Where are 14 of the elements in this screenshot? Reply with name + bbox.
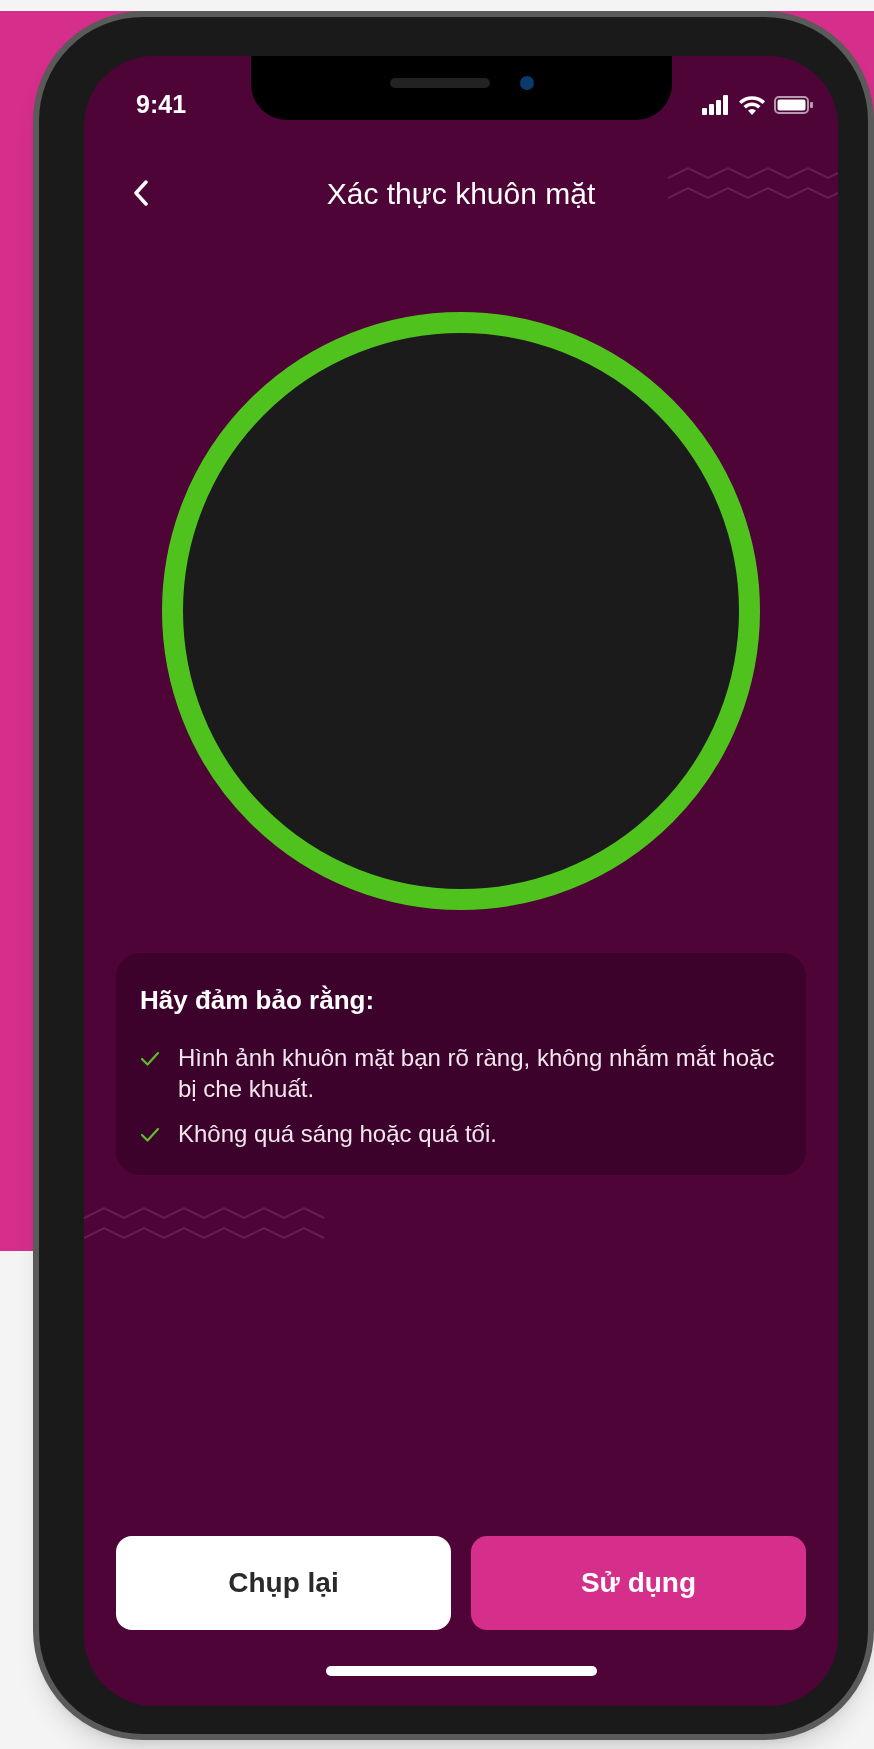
- chevron-left-icon: [133, 180, 149, 206]
- card-title: Hãy đảm bảo rằng:: [140, 984, 376, 1017]
- retake-button[interactable]: Chụp lại: [116, 1536, 451, 1630]
- status-time: 9:41: [136, 89, 187, 121]
- check-icon: [140, 1051, 160, 1067]
- use-button[interactable]: Sử dụng: [471, 1536, 806, 1630]
- camera-lens-icon: [519, 76, 534, 90]
- checklist-item: Không quá sáng hoặc quá tối.: [178, 1119, 497, 1149]
- signal-icon: [702, 95, 730, 115]
- battery-icon: [774, 95, 814, 115]
- screen-title: Xác thực khuôn mặt: [326, 175, 596, 212]
- checklist-item: Hình ảnh khuôn mặt bạn rõ ràng, không nhắm mắt hoặc bị che khuất.: [178, 1043, 776, 1104]
- wifi-icon: [738, 95, 766, 115]
- check-icon: [140, 1127, 160, 1143]
